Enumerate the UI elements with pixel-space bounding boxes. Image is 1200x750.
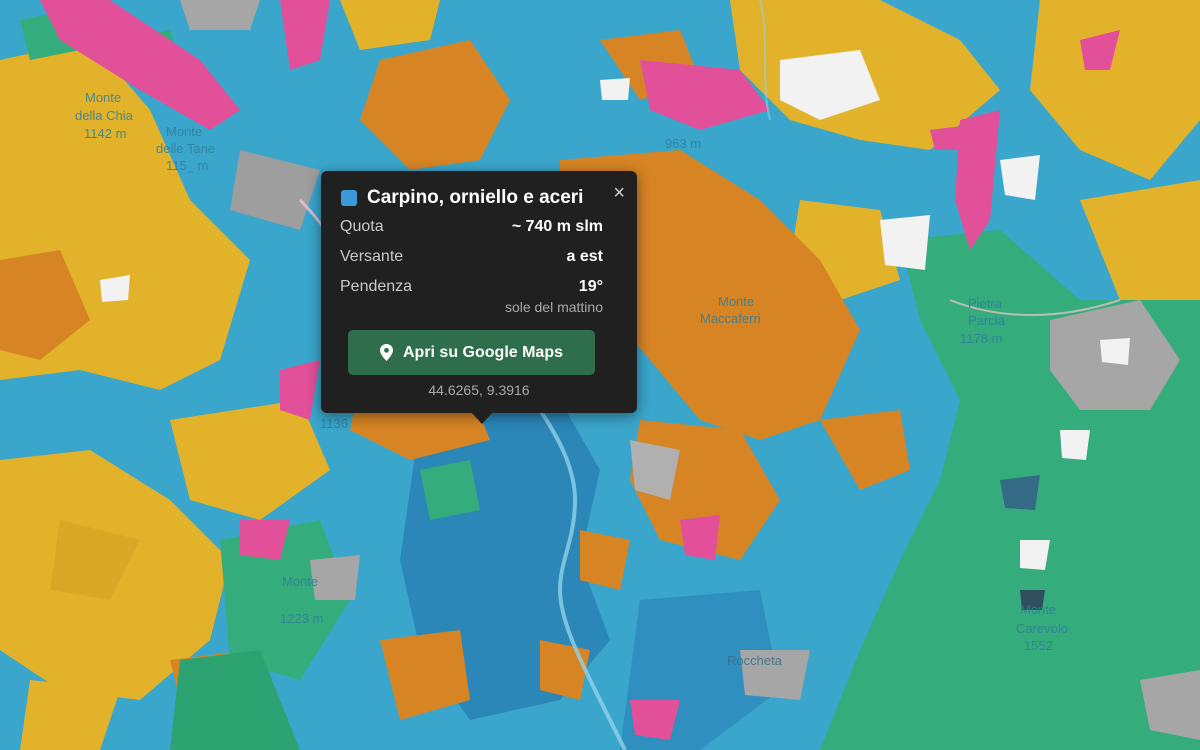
vegetation-color-swatch xyxy=(341,190,357,206)
place-label: 963 m xyxy=(665,136,701,151)
row-label: Pendenza xyxy=(340,278,413,295)
place-label: Carevolo xyxy=(1016,621,1068,636)
row-label: Quota xyxy=(340,218,384,235)
row-value: ~ 740 m slm xyxy=(511,218,603,235)
popup-header: Carpino, orniello e aceri xyxy=(341,187,583,209)
place-label: della Chia xyxy=(75,108,134,123)
info-row-versante: Versante a est xyxy=(340,248,603,266)
info-row-quota: Quota ~ 740 m slm xyxy=(340,218,603,236)
place-label: Monte xyxy=(718,294,754,309)
place-label: Monte xyxy=(85,90,121,105)
close-icon[interactable]: × xyxy=(613,183,625,203)
place-label: Monte xyxy=(1020,602,1056,617)
place-label: 1136 xyxy=(320,416,348,431)
button-label: Apri su Google Maps xyxy=(402,343,563,361)
place-label: Maccaferri xyxy=(700,311,761,326)
place-label: 1178 m xyxy=(960,331,1002,346)
place-label: 1552 xyxy=(1024,638,1053,653)
place-label: Roccheta xyxy=(727,653,783,668)
place-label: Monte xyxy=(166,124,202,139)
row-label: Versante xyxy=(340,248,404,265)
place-label: delle Tane xyxy=(156,141,215,156)
row-value: 19° xyxy=(578,278,603,295)
place-label: Monte xyxy=(282,574,318,589)
info-row-pendenza: Pendenza 19° xyxy=(340,278,603,296)
coordinates-text: 44.6265, 9.3916 xyxy=(428,382,530,398)
info-popup: Carpino, orniello e aceri × Quota ~ 740 … xyxy=(321,171,637,424)
place-label: 1142 m xyxy=(84,126,126,141)
sun-exposure-note: sole del mattino xyxy=(504,299,603,315)
place-label: Pietra xyxy=(968,296,1003,311)
place-label: 115_ m xyxy=(166,158,208,173)
open-google-maps-button[interactable]: Apri su Google Maps xyxy=(348,330,595,375)
popup-title: Carpino, orniello e aceri xyxy=(367,187,584,208)
place-label: 1223 m xyxy=(280,611,323,626)
popup-pointer xyxy=(471,412,493,424)
place-label: Parcia xyxy=(968,313,1006,328)
map-pin-icon xyxy=(379,344,393,361)
row-value: a est xyxy=(566,248,603,265)
